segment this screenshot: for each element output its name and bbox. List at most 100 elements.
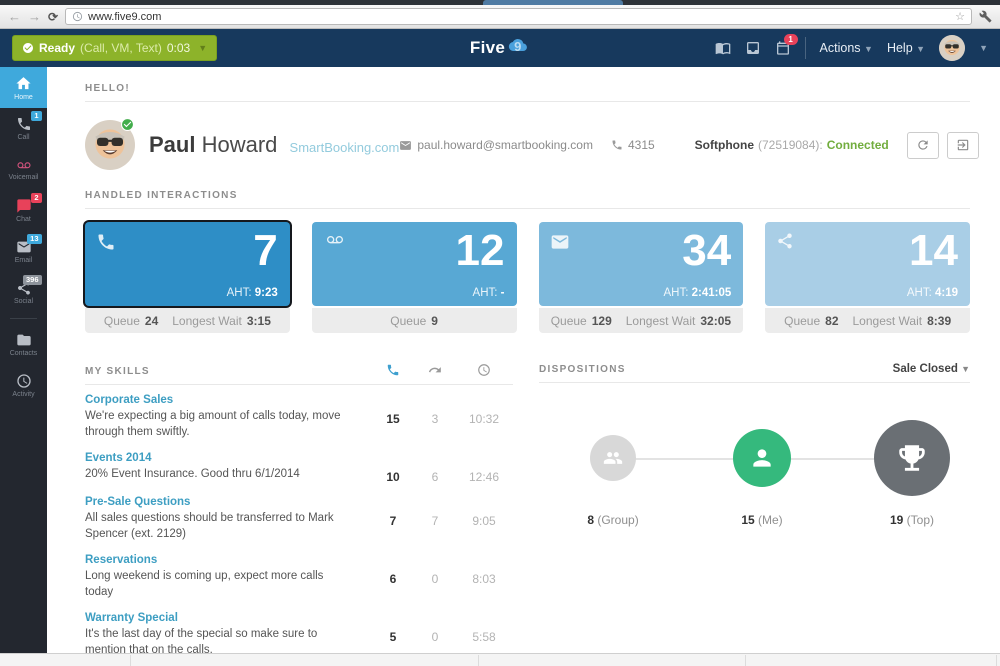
book-icon[interactable]: [715, 40, 731, 56]
bottom-bar: [0, 653, 1000, 666]
back-button[interactable]: ←: [8, 10, 21, 23]
company-name: SmartBooking.com: [290, 140, 400, 155]
skill-link[interactable]: Warranty Special: [85, 612, 345, 624]
skill-link[interactable]: Reservations: [85, 554, 345, 566]
disposition-top-bubble: [874, 420, 950, 496]
voicemail-icon: [323, 232, 347, 248]
skill-callbacks: 6: [415, 452, 455, 484]
phone-icon: [96, 232, 116, 252]
card-queue-info: Queue129 Longest Wait32:05: [539, 308, 744, 333]
greeting: HELLO!: [85, 83, 970, 94]
reload-button[interactable]: ⟳: [48, 10, 58, 24]
app-navbar: Ready (Call, VM, Text) 0:03 ▼ Five 9 1 A…: [0, 29, 1000, 67]
sidebar-item-activity[interactable]: Activity: [0, 365, 47, 406]
skill-calls: 5: [371, 612, 415, 655]
my-skills-panel: MY SKILLS Corporate Sales We're expectin…: [85, 363, 513, 655]
profile-row: Paul Howard SmartBooking.com paul.howard…: [85, 114, 970, 176]
email-icon: [550, 232, 570, 252]
url-bar[interactable]: www.five9.com ☆: [65, 8, 972, 25]
card-count: 14: [909, 226, 958, 277]
url-text: www.five9.com: [88, 11, 161, 23]
skill-link[interactable]: Pre-Sale Questions: [85, 496, 345, 508]
card-queue-info: Queue24 Longest Wait3:15: [85, 308, 290, 333]
skill-calls: 15: [371, 394, 415, 440]
skill-link[interactable]: Events 2014: [85, 452, 345, 464]
sidebar-item-contacts[interactable]: Contacts: [0, 324, 47, 365]
five9-logo: Five 9: [470, 38, 530, 58]
card-email: 34 AHT: 2:41:05 Queue129 Longest Wait32:…: [539, 222, 744, 333]
card-social: 14 AHT: 4:19 Queue82 Longest Wait8:39: [765, 222, 970, 333]
skill-callbacks: 0: [415, 554, 455, 600]
sidebar-item-chat[interactable]: 2 Chat: [0, 190, 47, 231]
dispositions-title: DISPOSITIONS: [539, 364, 626, 375]
sidebar-item-home[interactable]: Home: [0, 67, 47, 108]
phone-icon: [611, 139, 623, 151]
profile-avatar: [85, 120, 135, 170]
sidebar-item-voicemail[interactable]: Voicemail: [0, 149, 47, 190]
voicemail-icon: [15, 159, 33, 172]
badge: 2: [31, 193, 41, 203]
skill-callbacks: 3: [415, 394, 455, 440]
card-calls-stat[interactable]: 7 AHT: 9:23: [85, 222, 290, 306]
card-aht: AHT: 9:23: [227, 287, 278, 299]
browser-toolbar: ← → ⟳ www.five9.com ☆: [0, 5, 1000, 29]
disposition-me-bubble: [733, 429, 791, 487]
interaction-cards: 7 AHT: 9:23 Queue24 Longest Wait3:15 12 …: [85, 222, 970, 333]
inbox-icon[interactable]: [745, 40, 761, 56]
skill-time: 8:03: [455, 554, 513, 600]
avatar: [939, 35, 965, 61]
card-aht: AHT: 2:41:05: [663, 287, 731, 299]
phone-icon: [16, 116, 32, 132]
sign-out-button[interactable]: [947, 132, 979, 159]
contact-info: paul.howard@smartbooking.com 4315: [399, 138, 654, 152]
agent-email: paul.howard@smartbooking.com: [399, 138, 593, 152]
skill-row: Corporate Sales We're expecting a big am…: [85, 385, 513, 443]
forward-button[interactable]: →: [28, 10, 41, 23]
refresh-button[interactable]: [907, 132, 939, 159]
agent-extension: 4315: [611, 138, 655, 152]
skill-link[interactable]: Corporate Sales: [85, 394, 345, 406]
card-social-stat[interactable]: 14 AHT: 4:19: [765, 222, 970, 306]
sidebar-divider: [10, 318, 37, 319]
dispositions-filter-dropdown[interactable]: Sale Closed ▼: [893, 363, 970, 375]
skill-time: 9:05: [455, 496, 513, 542]
logo-text: Five: [470, 38, 505, 58]
agent-status-button[interactable]: Ready (Call, VM, Text) 0:03 ▼: [12, 35, 217, 61]
disposition-me-label: 15 (Me): [741, 513, 782, 527]
skill-desc: 20% Event Insurance. Good thru 6/1/2014: [85, 467, 345, 483]
card-aht: AHT: 4:19: [907, 287, 958, 299]
sidebar: Home 1 Call Voicemail 2 Chat 13 Email 39…: [0, 67, 47, 655]
skill-row: Reservations Long weekend is coming up, …: [85, 545, 513, 603]
card-email-stat[interactable]: 34 AHT: 2:41:05: [539, 222, 744, 306]
browser-menu-wrench-icon[interactable]: [979, 10, 992, 23]
group-icon: [603, 448, 623, 468]
card-voicemail-stat[interactable]: 12 AHT: -: [312, 222, 517, 306]
skill-desc: We're expecting a big amount of calls to…: [85, 409, 345, 440]
dispositions-panel: DISPOSITIONS Sale Closed ▼ 8 (Group): [539, 363, 970, 655]
user-avatar-menu[interactable]: [939, 35, 965, 61]
sidebar-item-social[interactable]: 396 Social: [0, 272, 47, 313]
calendar-button[interactable]: 1: [775, 40, 791, 56]
skill-calls: 7: [371, 496, 415, 542]
logo-cloud-icon: 9: [506, 36, 530, 54]
actions-menu[interactable]: Actions ▼: [820, 41, 873, 55]
callbacks-redo-icon: [428, 363, 442, 377]
help-menu[interactable]: Help ▼: [887, 41, 925, 55]
bookmark-star-icon[interactable]: ☆: [955, 10, 965, 23]
softphone-status: Softphone (72519084): Connected: [695, 138, 889, 152]
online-check-icon: [121, 118, 134, 131]
softphone-connected: Connected: [827, 138, 889, 152]
browser-tab-strip: [0, 0, 1000, 5]
sidebar-item-call[interactable]: 1 Call: [0, 108, 47, 149]
skill-calls: 10: [371, 452, 415, 484]
card-calls: 7 AHT: 9:23 Queue24 Longest Wait3:15: [85, 222, 290, 333]
skill-callbacks: 0: [415, 612, 455, 655]
disposition-group-label: 8 (Group): [587, 513, 638, 527]
status-timer: 0:03: [167, 41, 190, 55]
person-icon: [749, 445, 775, 471]
ready-check-icon: [22, 42, 34, 54]
skill-row: Pre-Sale Questions All sales questions s…: [85, 487, 513, 545]
sidebar-item-email[interactable]: 13 Email: [0, 231, 47, 272]
card-queue-info: Queue9: [312, 308, 517, 333]
chat-icon: [16, 198, 32, 214]
